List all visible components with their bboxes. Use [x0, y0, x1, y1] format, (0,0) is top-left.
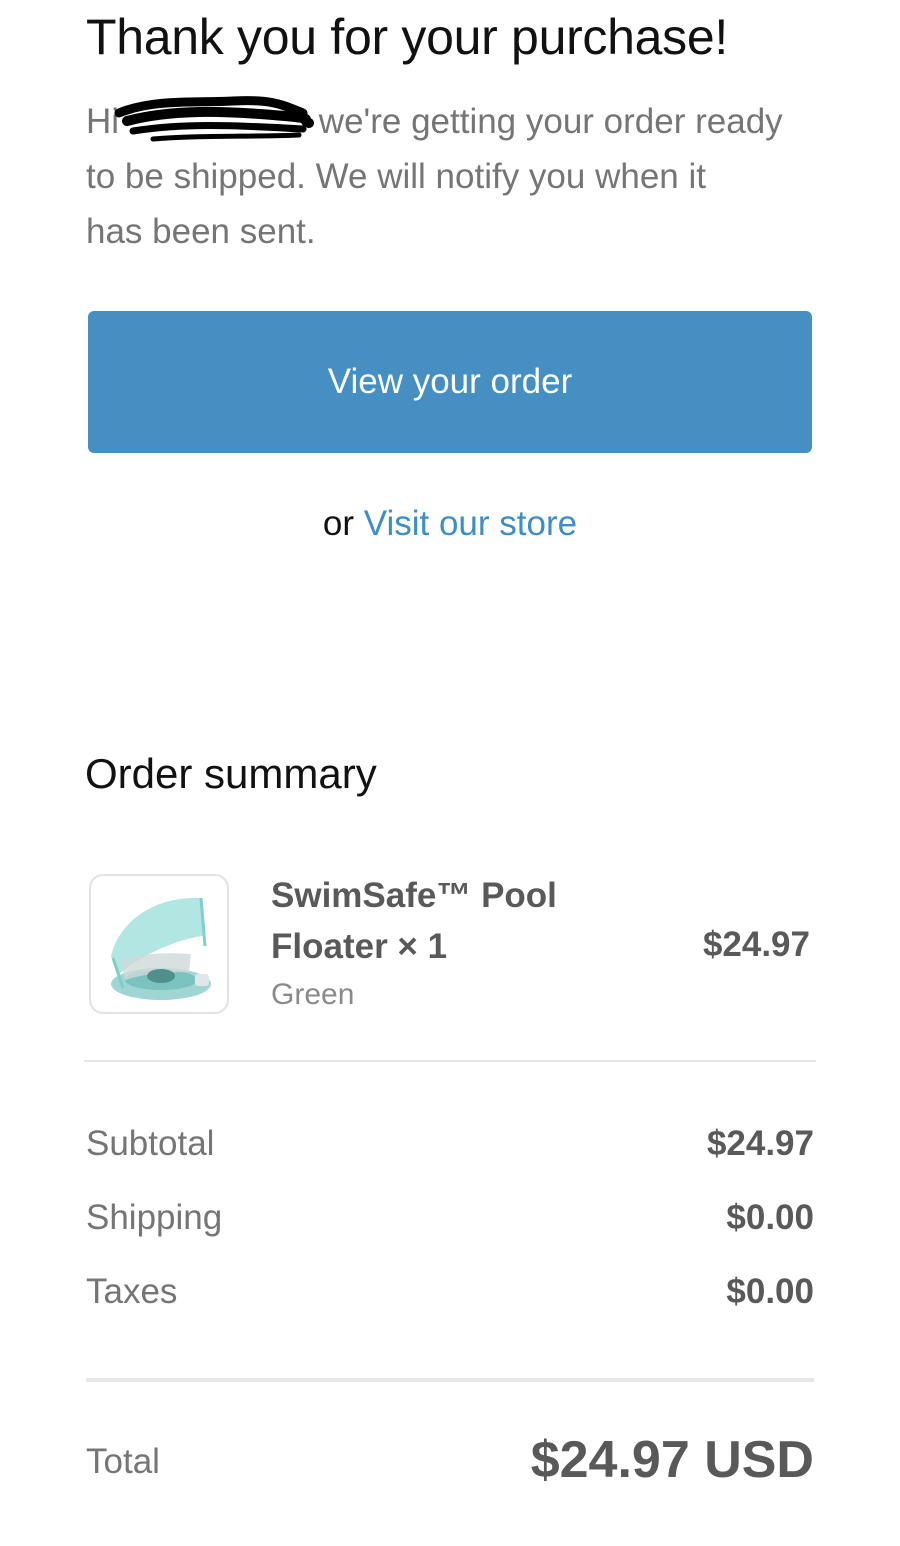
page-title: Thank you for your purchase!	[86, 9, 728, 65]
subtotal-value: $24.97	[706, 1124, 814, 1163]
shipping-value: $0.00	[726, 1198, 814, 1237]
redacted-name	[114, 96, 315, 142]
intro-line-1: we're getting your order ready	[318, 102, 783, 141]
intro-line-3: has been sent.	[86, 212, 316, 251]
subtotal-label: Subtotal	[86, 1124, 215, 1163]
order-summary-title: Order summary	[85, 750, 377, 797]
subtotal-row: Subtotal $24.97	[86, 1124, 814, 1168]
visit-store-link[interactable]: Visit our store	[364, 504, 577, 543]
shipping-label: Shipping	[86, 1198, 223, 1237]
total-divider	[86, 1378, 814, 1382]
view-order-button[interactable]: View your order	[88, 311, 812, 453]
item-name-line-2: Floater × 1	[271, 927, 448, 966]
pool-floater-image	[89, 874, 229, 1014]
intro-message: Hi we're getting your order ready to be …	[86, 94, 806, 259]
item-name-line-1: SwimSafe™ Pool	[271, 876, 557, 915]
summary-divider	[84, 1060, 816, 1062]
item-price: $24.97	[702, 925, 810, 964]
intro-line-2: to be shipped. We will notify you when i…	[86, 157, 706, 196]
item-variant: Green	[271, 978, 355, 1011]
taxes-value: $0.00	[726, 1272, 814, 1311]
total-value: $24.97 USD	[530, 1431, 814, 1489]
total-label: Total	[86, 1442, 160, 1481]
or-text: or	[322, 504, 355, 543]
taxes-label: Taxes	[86, 1272, 178, 1311]
shipping-row: Shipping $0.00	[86, 1198, 814, 1242]
visit-store-line: or Visit our store	[86, 504, 814, 544]
item-name: SwimSafe™ Pool Floater × 1	[271, 870, 601, 972]
taxes-row: Taxes $0.00	[86, 1272, 814, 1316]
